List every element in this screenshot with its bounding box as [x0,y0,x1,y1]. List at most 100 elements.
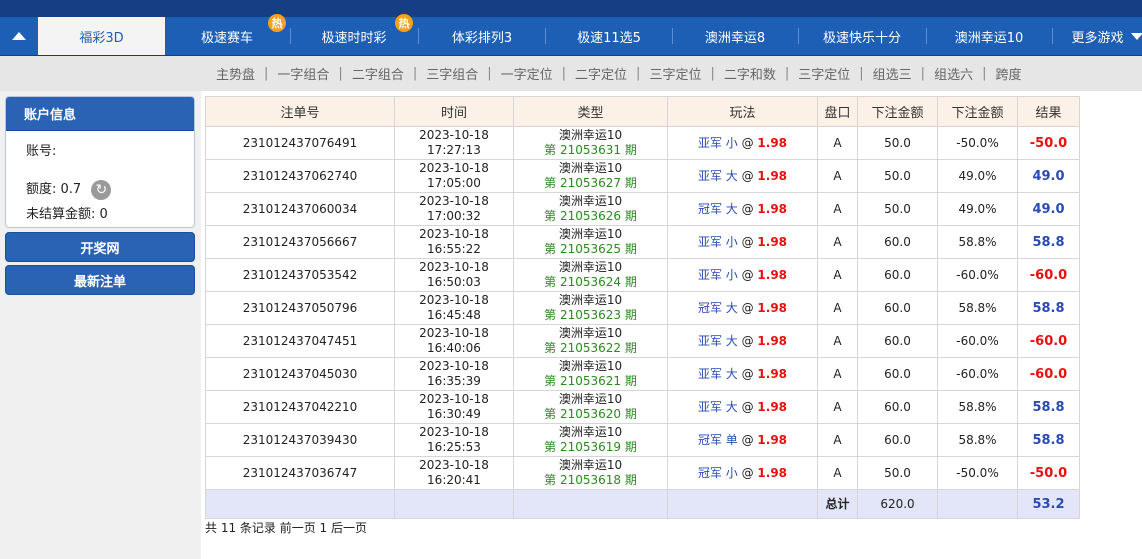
bet-result: 58.8 [1017,390,1080,424]
odds-value: 1.98 [757,168,788,183]
bet-amount: 60.0 [857,258,938,292]
game-name: 澳洲幸运10 [558,161,623,175]
account-label: 账号: [26,144,57,159]
bet-date: 2023-10-18 [419,425,489,439]
bet-type: 澳洲幸运10 第 21053618 期 [513,456,668,490]
draw-results-button[interactable]: 开奖网 [5,232,195,262]
game-name: 澳洲幸运10 [558,128,623,142]
tab-label: 极速11选5 [577,30,641,46]
tab-fucai-3d[interactable]: 福彩3D [38,17,165,55]
play-name: 冠军 大 [697,300,738,315]
bet-type: 澳洲幸运10 第 21053631 期 [513,126,668,160]
tab-speed-racing[interactable]: 极速赛车 热 [165,14,289,55]
bet-id: 231012437053542 [205,258,395,292]
table-row: 231012437076491 2023-10-18 17:27:13 澳洲幸运10 第… [205,126,1080,160]
bet-amount: 50.0 [857,456,938,490]
tab-aus-lucky-10[interactable]: 澳洲幸运10 [927,17,1051,55]
bet-time: 2023-10-18 17:05:00 [394,159,514,193]
col-header-type: 类型 [513,96,668,127]
table-row: 231012437036747 2023-10-18 16:20:41 澳洲幸运10 第… [205,456,1080,490]
collapse-toggle[interactable] [0,17,38,55]
tab-speed-11x5[interactable]: 极速11选5 [546,17,672,55]
bet-time: 2023-10-18 16:35:39 [394,357,514,391]
bet-clock: 17:05:00 [427,176,481,190]
total-amount: 620.0 [857,489,938,519]
period-number: 第 21053619 期 [544,440,637,454]
tab-more-games[interactable]: 更多游戏 [1053,17,1142,55]
bet-time: 2023-10-18 16:45:48 [394,291,514,325]
bet-clock: 16:50:03 [427,275,481,289]
sub-nav-item[interactable]: 三字定位 [649,64,701,83]
tab-label: 体彩排列3 [451,30,513,46]
sub-nav-item[interactable]: 一字组合 [277,64,329,83]
period-number: 第 21053620 期 [544,407,637,421]
sub-nav-divider: | [784,66,790,81]
bet-id: 231012437045030 [205,357,395,391]
bet-result: 49.0 [1017,159,1080,193]
sub-nav-item[interactable]: 二字组合 [352,64,404,83]
sub-nav-item[interactable]: 主势盘 [216,64,255,83]
tab-ticai-pl3[interactable]: 体彩排列3 [419,17,545,55]
sub-nav-item[interactable]: 组选六 [934,64,973,83]
play-name: 亚军 大 [697,168,738,183]
bet-time: 2023-10-18 17:27:13 [394,126,514,160]
play-name: 亚军 小 [697,135,738,150]
bet-amount: 60.0 [857,357,938,391]
period-number: 第 21053625 期 [544,242,637,256]
credit-label: 额度: [26,182,61,197]
bet-id: 231012437042210 [205,390,395,424]
hot-badge: 热 [268,14,286,32]
bet-id: 231012437056667 [205,225,395,259]
sub-nav-item[interactable]: 跨度 [995,64,1021,83]
game-name: 澳洲幸运10 [558,194,623,208]
bet-date: 2023-10-18 [419,392,489,406]
odds-value: 1.98 [757,366,788,381]
col-header-bet-id: 注单号 [205,96,395,127]
play-name: 冠军 小 [697,465,738,480]
sub-nav-item[interactable]: 三字组合 [426,64,478,83]
sub-nav-item[interactable]: 二字定位 [575,64,627,83]
unsettled-line: 未结算金额: 0 [26,203,108,222]
bet-result: -60.0 [1017,324,1080,358]
bet-play: 冠军 大 @ 1.98 [667,291,818,325]
sub-nav-divider: | [859,66,864,81]
sub-nav-bar: 主势盘 | 一字组合 | 二字组合 | 三字组合 | 一字定位 | 二字定位 | 三字定位 | 二字和数 | 三… [0,56,1142,91]
bet-play: 亚军 大 @ 1.98 [667,324,818,358]
sub-nav-list: 主势盘 | 一字组合 | 二字组合 | 三字组合 | 一字定位 | 二字定位 | 三字定位 | 二字和数 | 三… [216,56,1021,91]
odds-value: 1.98 [757,465,788,480]
col-header-time: 时间 [394,96,514,127]
game-name: 澳洲幸运10 [558,392,623,406]
bet-result: 58.8 [1017,423,1080,457]
tab-speed-happy-10[interactable]: 极速快乐十分 [799,17,925,55]
bet-date: 2023-10-18 [419,293,489,307]
play-name: 亚军 大 [697,366,738,381]
bet-result: -50.0 [1017,126,1080,160]
bet-id: 231012437050796 [205,291,395,325]
tab-label: 极速赛车 [200,30,253,46]
bet-id: 231012437047451 [205,324,395,358]
tab-speed-ssc[interactable]: 极速时时彩 热 [291,14,417,55]
triangle-up-icon [12,32,26,40]
latest-bets-button[interactable]: 最新注单 [5,265,195,295]
game-name: 澳洲幸运10 [558,293,623,307]
sub-nav-item[interactable]: 二字和数 [724,64,776,83]
tab-aus-lucky-8[interactable]: 澳洲幸运8 [673,17,797,55]
table-row: 231012437056667 2023-10-18 16:55:22 澳洲幸运10 第… [205,225,1080,259]
refresh-icon[interactable]: ↻ [91,179,112,200]
bet-result: 49.0 [1017,192,1080,226]
pan-value: A [817,291,858,325]
col-header-pan: 盘口 [817,96,858,127]
bet-play: 亚军 大 @ 1.98 [667,159,818,193]
bet-clock: 16:25:53 [427,440,481,454]
sub-nav-divider: | [264,66,269,81]
bet-play: 亚军 小 @ 1.98 [667,126,818,160]
sub-nav-item[interactable]: 组选三 [873,64,912,83]
sub-nav-item[interactable]: 三字定位 [798,64,850,83]
bet-play: 亚军 小 @ 1.98 [667,258,818,292]
bet-play: 亚军 小 @ 1.98 [667,225,818,259]
bet-id: 231012437036747 [205,456,395,490]
sub-nav-item[interactable]: 一字定位 [501,64,553,83]
bet-clock: 16:35:39 [427,374,481,388]
bet-rate: -50.0% [937,126,1018,160]
total-row: 总计 620.0 53.2 [205,489,1080,519]
